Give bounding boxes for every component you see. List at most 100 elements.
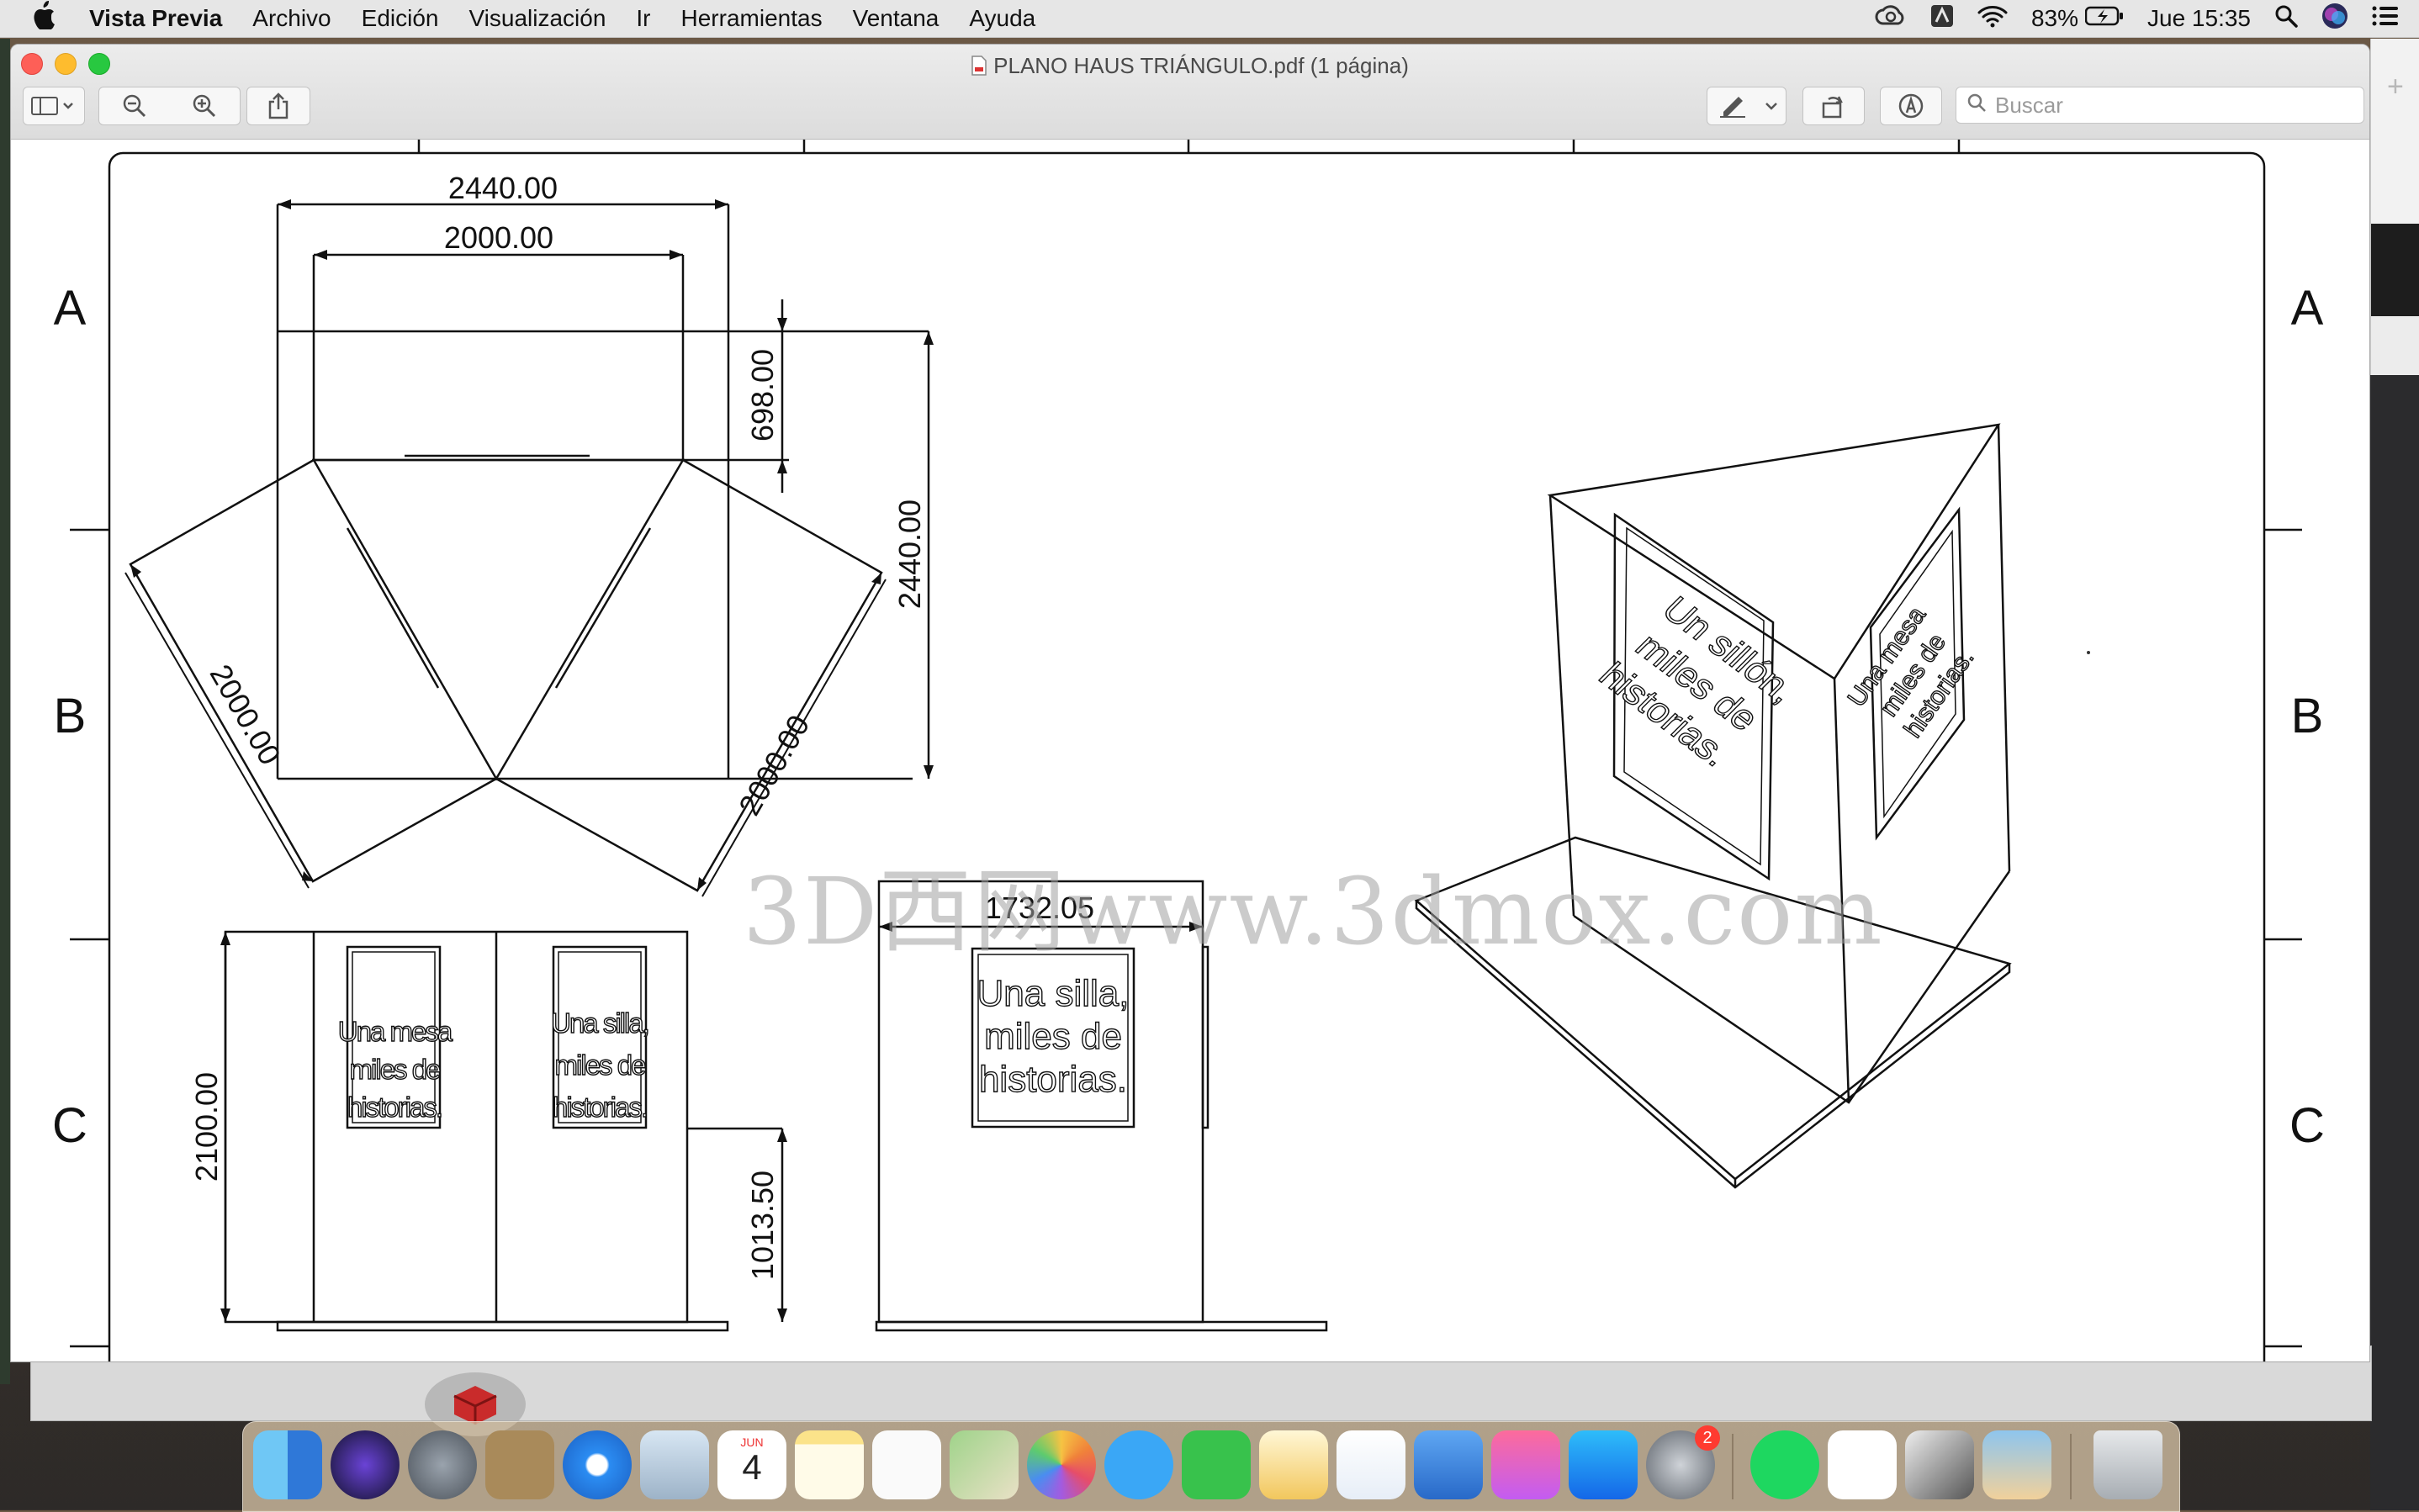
- new-tab-plus-icon[interactable]: +: [2387, 71, 2404, 103]
- svg-text:Una silla,: Una silla,: [977, 973, 1130, 1014]
- pen-icon: [1720, 97, 1745, 118]
- photos-icon[interactable]: [1027, 1430, 1096, 1499]
- svg-text:miles de: miles de: [350, 1054, 441, 1085]
- window-title-text: PLANO HAUS TRIÁNGULO.pdf (1 página): [993, 53, 1409, 78]
- drawing-frame: [108, 151, 2266, 1361]
- row-label-a-left: A: [54, 281, 87, 336]
- system-preferences-icon[interactable]: 2: [1646, 1425, 1720, 1499]
- siri-icon[interactable]: [2321, 3, 2348, 35]
- zoom-out-icon: [123, 94, 146, 118]
- dim-small-height: 1013.50: [745, 1171, 780, 1280]
- menu-ayuda[interactable]: Ayuda: [969, 5, 1035, 32]
- battery-charging-icon[interactable]: [2084, 5, 2124, 32]
- menu-edicion[interactable]: Edición: [362, 5, 439, 32]
- reminders-icon[interactable]: [872, 1430, 941, 1499]
- menu-ventana[interactable]: Ventana: [853, 5, 940, 32]
- pages-document-icon[interactable]: [1905, 1430, 1974, 1499]
- menu-archivo[interactable]: Archivo: [252, 5, 331, 32]
- contacts-icon[interactable]: [485, 1430, 554, 1499]
- maps-icon[interactable]: [950, 1430, 1019, 1499]
- sign-un-sillon-iso: Un sillón, miles de historias.: [1591, 589, 1806, 775]
- siri-dock-icon[interactable]: [331, 1430, 400, 1499]
- window-titlebar[interactable]: PLANO HAUS TRIÁNGULO.pdf (1 página) Busc…: [11, 45, 2369, 140]
- spotify-icon[interactable]: [1750, 1430, 1819, 1499]
- svg-text:Una silla,: Una silla,: [551, 1007, 648, 1039]
- facetime-icon[interactable]: [1182, 1430, 1251, 1499]
- launchpad-icon[interactable]: [408, 1430, 477, 1499]
- adobe-acrobat-icon[interactable]: [1930, 4, 1954, 34]
- desktop-background-left: [0, 39, 10, 1384]
- pages-icon[interactable]: [1259, 1430, 1328, 1499]
- architectural-drawing: A B C A B C 2440.00 2000.00 698.00 2440.…: [52, 140, 2325, 1361]
- trash-icon[interactable]: [2093, 1430, 2162, 1499]
- dim-top-inner: 2000.00: [444, 220, 553, 255]
- apple-menu-icon[interactable]: [30, 0, 71, 37]
- row-label-c-left: C: [52, 1098, 87, 1153]
- battery-percentage: 83%: [2030, 5, 2078, 31]
- sign-una-silla-small: Una silla, miles de historias.: [550, 1007, 650, 1123]
- numbers-icon[interactable]: [1337, 1430, 1405, 1499]
- dim-elev-height: 2100.00: [189, 1072, 224, 1182]
- share-icon: [268, 93, 288, 119]
- settings-badge: 2: [1695, 1425, 1720, 1451]
- dim-height-right: 2440.00: [892, 500, 927, 609]
- rotate-button[interactable]: [1802, 87, 1865, 125]
- sign-una-silla-large: Una silla, miles de historias.: [977, 972, 1130, 1100]
- finder-icon[interactable]: [253, 1430, 322, 1499]
- menu-bar: Vista Previa Archivo Edición Visualizaci…: [0, 0, 2419, 38]
- app-store-icon[interactable]: [1569, 1430, 1638, 1499]
- messages-icon[interactable]: [1104, 1430, 1173, 1499]
- app-menu[interactable]: Vista Previa: [89, 5, 222, 32]
- chevron-down-icon: [1765, 103, 1777, 110]
- dock-separator: [1732, 1434, 1734, 1499]
- spotlight-search-icon[interactable]: [2274, 4, 2298, 34]
- search-field[interactable]: Buscar: [1956, 87, 2364, 124]
- safari-icon[interactable]: [563, 1430, 632, 1499]
- share-button[interactable]: [246, 87, 310, 125]
- pdf-document-icon: [971, 56, 987, 82]
- sidebar-toggle-button[interactable]: [23, 87, 85, 125]
- zoom-in-icon: [193, 94, 216, 118]
- markup-icon: [1898, 93, 1924, 119]
- zoom-out-button[interactable]: [98, 87, 171, 125]
- dim-depth: 698.00: [745, 349, 780, 441]
- mail-icon[interactable]: [640, 1430, 709, 1499]
- watermark: 3D西网www.3dmox.com: [743, 858, 1884, 965]
- svg-text:historias.: historias.: [347, 1092, 442, 1123]
- isometric-view: [1414, 423, 2012, 1189]
- markup-pen-button[interactable]: [1707, 87, 1759, 125]
- row-label-b-right: B: [2291, 689, 2324, 743]
- preview-icon[interactable]: [1982, 1430, 2051, 1499]
- zoom-in-button[interactable]: [169, 87, 241, 125]
- dock: JUN 4 2: [242, 1421, 2180, 1512]
- wifi-icon[interactable]: [1977, 4, 2008, 34]
- menu-visualizacion[interactable]: Visualización: [468, 5, 606, 32]
- itunes-icon[interactable]: [1491, 1430, 1560, 1499]
- row-label-c-right: C: [2289, 1098, 2325, 1153]
- status-area: 83% Jue 15:35: [1863, 0, 2419, 37]
- menu-ir[interactable]: Ir: [636, 5, 650, 32]
- row-label-a-right: A: [2291, 281, 2324, 336]
- markup-toolbar-button[interactable]: [1880, 87, 1942, 125]
- clock[interactable]: Jue 15:35: [2147, 5, 2251, 32]
- row-label-b-left: B: [54, 689, 87, 743]
- search-icon: [1966, 93, 1987, 119]
- calendar-day: 4: [742, 1447, 762, 1487]
- dim-top-outer: 2440.00: [448, 171, 558, 205]
- creative-cloud-icon[interactable]: [1875, 4, 1907, 33]
- svg-text:miles de: miles de: [984, 1016, 1122, 1057]
- notification-center-icon[interactable]: [2372, 5, 2399, 33]
- front-elevation: [224, 930, 784, 1332]
- svg-text:historias.: historias.: [979, 1059, 1127, 1100]
- menu-herramientas[interactable]: Herramientas: [681, 5, 823, 32]
- markup-pen-dropdown[interactable]: [1757, 87, 1786, 125]
- plan-view: [124, 203, 930, 897]
- dim-diag-right: 2000.00: [732, 709, 817, 821]
- keynote-icon[interactable]: [1414, 1430, 1483, 1499]
- notes-icon[interactable]: [795, 1430, 864, 1499]
- calendar-icon[interactable]: JUN 4: [717, 1430, 786, 1499]
- slack-icon[interactable]: [1828, 1430, 1897, 1499]
- search-placeholder: Buscar: [1995, 92, 2063, 118]
- pdf-page-view[interactable]: A B C A B C 2440.00 2000.00 698.00 2440.…: [11, 140, 2369, 1361]
- svg-text:historias.: historias.: [553, 1092, 647, 1123]
